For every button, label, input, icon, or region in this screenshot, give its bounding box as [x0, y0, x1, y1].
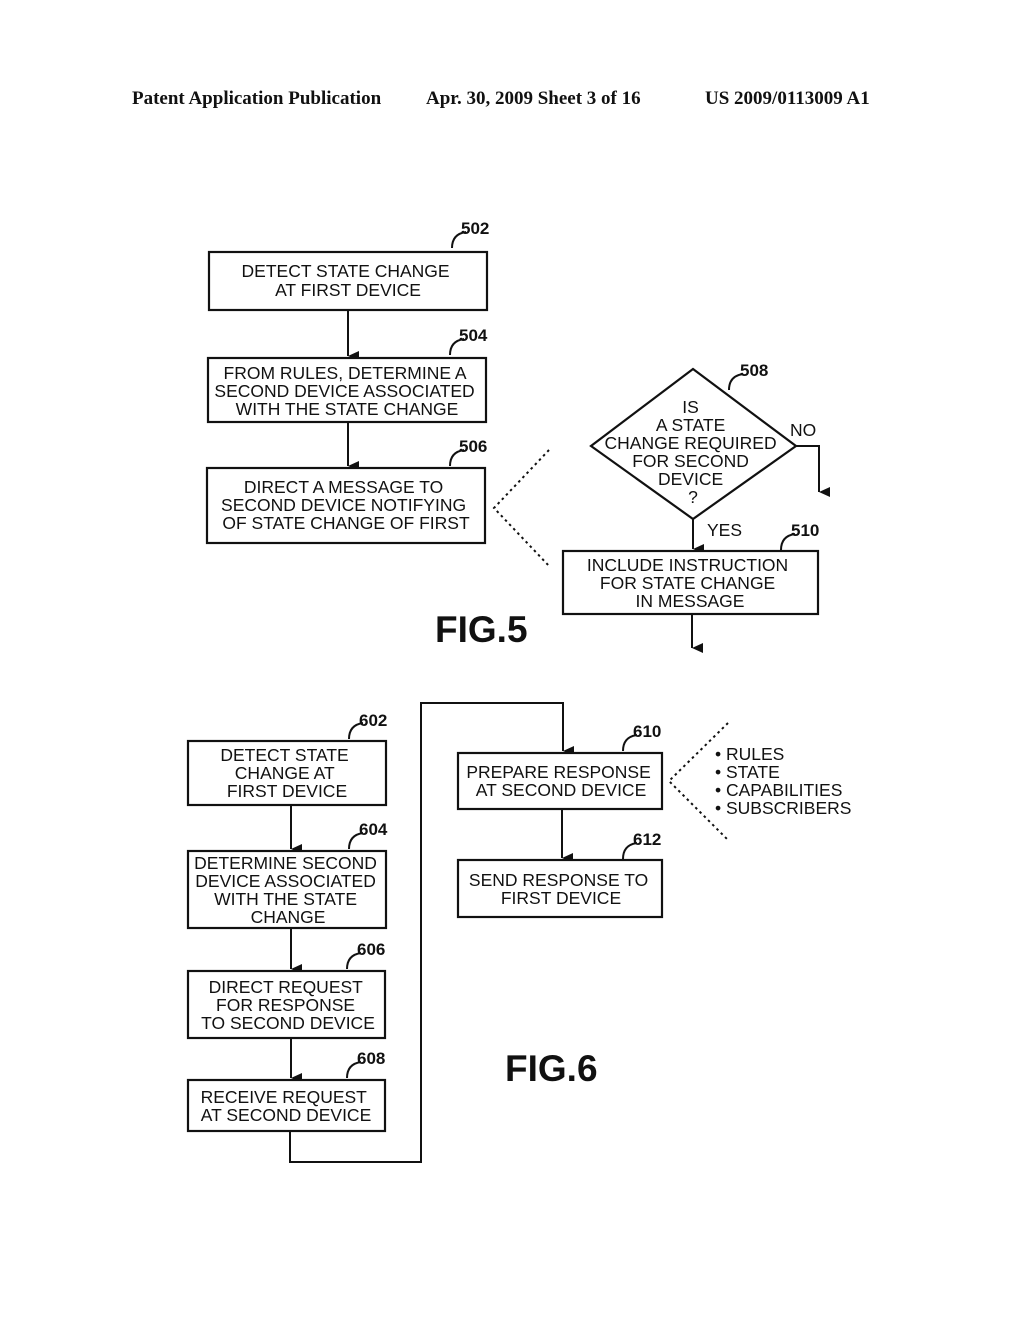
step-text: RECEIVE REQUEST AT SECOND DEVICE — [201, 1087, 372, 1125]
ref-number: 610 — [633, 722, 661, 741]
fig6-diagram: 602 DETECT STATE CHANGE AT FIRST DEVICE … — [186, 702, 851, 1163]
detail-bracket — [492, 449, 551, 568]
fig6-step-606: 606 DIRECT REQUEST FOR RESPONSE TO SECON… — [186, 940, 387, 1040]
ref-number: 502 — [461, 219, 489, 238]
fig5-decision-508: 508 IS A STATE CHANGE REQUIRED FOR SECON… — [589, 361, 830, 554]
ref-number: 604 — [359, 820, 388, 839]
fig5-step-502: 502 DETECT STATE CHANGE AT FIRST DEVICE — [207, 219, 489, 312]
ref-number: 612 — [633, 830, 661, 849]
step-text: DETECT STATE CHANGE AT FIRST DEVICE — [220, 745, 353, 801]
step-text: DIRECT REQUEST FOR RESPONSE TO SECOND DE… — [201, 977, 375, 1033]
flowchart-canvas: 502 DETECT STATE CHANGE AT FIRST DEVICE … — [186, 219, 851, 1163]
fig6-step-602: 602 DETECT STATE CHANGE AT FIRST DEVICE — [186, 711, 387, 807]
ref-number: 608 — [357, 1049, 385, 1068]
step-text: DIRECT A MESSAGE TO SECOND DEVICE NOTIFY… — [221, 477, 471, 533]
yes-label: YES — [707, 520, 742, 540]
arrow-no-branch — [796, 445, 830, 497]
ref-number: 506 — [459, 437, 487, 456]
fig5-diagram: 502 DETECT STATE CHANGE AT FIRST DEVICE … — [205, 219, 830, 653]
ref-number: 508 — [740, 361, 768, 380]
figure-title-fig5: FIG.5 — [435, 609, 528, 650]
no-label: NO — [790, 420, 816, 440]
ref-number: 602 — [359, 711, 387, 730]
decision-text: IS A STATE CHANGE REQUIRED FOR SECOND DE… — [605, 397, 782, 507]
fig6-step-612: 612 SEND RESPONSE TO FIRST DEVICE — [456, 830, 664, 919]
step-text: PREPARE RESPONSE AT SECOND DEVICE — [466, 762, 655, 800]
figure-title-fig6: FIG.6 — [505, 1048, 598, 1089]
step-text: FROM RULES, DETERMINE A SECOND DEVICE AS… — [214, 363, 479, 419]
fig6-step-604: 604 DETERMINE SECOND DEVICE ASSOCIATED W… — [186, 820, 388, 930]
fig6-step-610: 610 PREPARE RESPONSE AT SECOND DEVICE — [456, 722, 664, 811]
factors-list: • RULES • STATE • CAPABILITIES • SUBSCRI… — [715, 744, 851, 818]
ref-number: 510 — [791, 521, 819, 540]
fig6-step-608: 608 RECEIVE REQUEST AT SECOND DEVICE — [186, 1049, 387, 1133]
ref-number: 606 — [357, 940, 385, 959]
ref-number: 504 — [459, 326, 488, 345]
fig5-step-510: 510 INCLUDE INSTRUCTION FOR STATE CHANGE… — [561, 521, 819, 616]
